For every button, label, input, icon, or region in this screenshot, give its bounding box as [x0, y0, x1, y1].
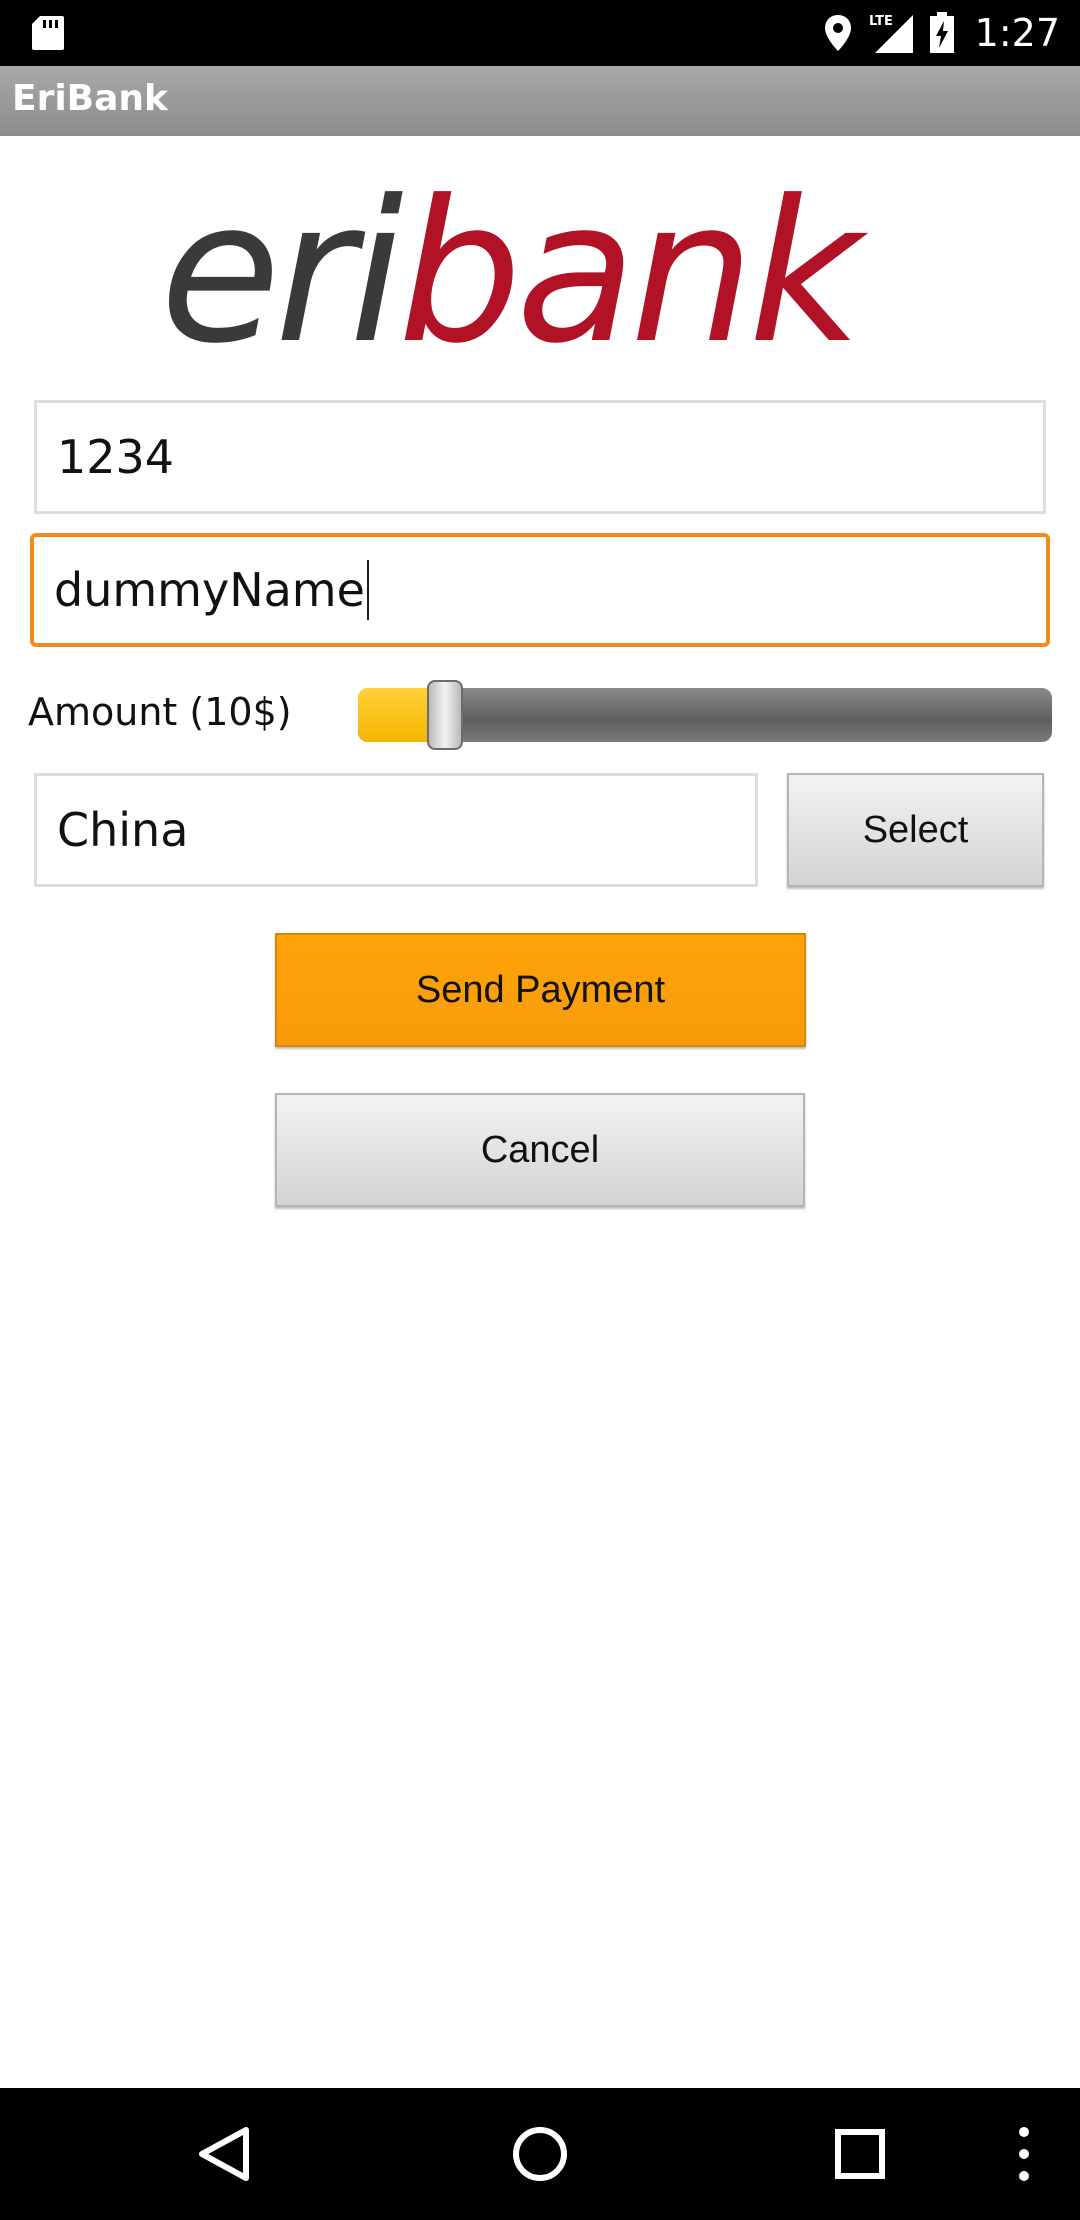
screen: LTE 1:27 EriBank eribank 1234 dummyName … [0, 0, 1080, 2220]
logo-text-bank: bank [398, 160, 869, 380]
send-payment-button[interactable]: Send Payment [275, 933, 806, 1047]
country-input-value: China [57, 803, 189, 857]
account-input[interactable]: 1234 [34, 400, 1046, 514]
back-icon[interactable] [196, 2124, 252, 2184]
text-caret [366, 560, 369, 620]
amount-slider[interactable] [358, 680, 1052, 750]
lte-signal-icon: LTE [869, 14, 913, 53]
battery-charging-icon [929, 12, 954, 53]
svg-text:eribank: eribank [160, 160, 868, 380]
lte-label: LTE [869, 14, 893, 29]
home-icon[interactable] [510, 2124, 570, 2184]
status-time: 1:27 [974, 11, 1060, 55]
status-bar: LTE 1:27 [0, 0, 1080, 66]
recents-icon[interactable] [834, 2124, 886, 2184]
select-country-button[interactable]: Select [787, 773, 1044, 887]
action-bar: EriBank [0, 66, 1080, 136]
logo-text-eri: eri [160, 160, 403, 380]
name-input[interactable]: dummyName [30, 533, 1050, 647]
cancel-button[interactable]: Cancel [275, 1093, 805, 1207]
app-title: EriBank [12, 78, 168, 119]
navigation-bar [0, 2088, 1080, 2220]
amount-label: Amount (10$) [28, 690, 292, 734]
overflow-menu-icon[interactable] [1012, 2124, 1036, 2184]
location-icon [824, 15, 851, 51]
slider-thumb[interactable] [427, 680, 463, 750]
name-input-value: dummyName [54, 563, 365, 617]
sd-card-icon [32, 16, 64, 50]
country-input[interactable]: China [34, 773, 758, 887]
eribank-logo: eribank [160, 160, 874, 380]
account-input-value: 1234 [57, 430, 175, 484]
